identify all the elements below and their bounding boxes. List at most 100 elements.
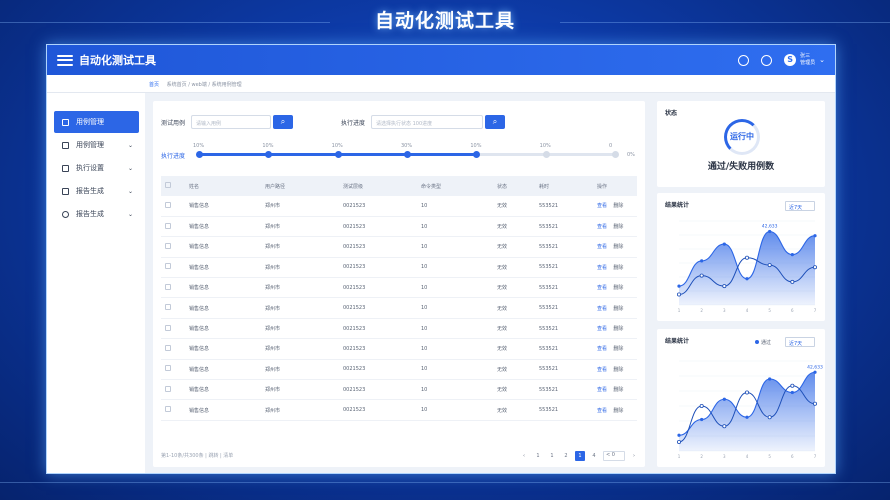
data-point	[745, 415, 749, 419]
table-row[interactable]: 销售信息 郑州市 0021523 10 无效 553521 查看 删除	[161, 339, 637, 360]
delete-link[interactable]: 删除	[613, 387, 623, 393]
goto-page-input[interactable]: < 0	[603, 451, 625, 461]
row-checkbox[interactable]	[165, 222, 171, 229]
view-link[interactable]: 查看	[597, 408, 607, 414]
table-row[interactable]: 销售信息 郑州市 0021523 10 无效 553521 查看 删除	[161, 278, 637, 298]
search-icon: ⌕	[492, 117, 498, 126]
sidebar-item-label: 用例管理	[76, 141, 104, 149]
table-cell: 553521	[539, 243, 559, 250]
table-row[interactable]: 销售信息 郑州市 0021523 10 无效 553521 查看 删除	[161, 257, 637, 278]
column-header: 用户路径	[265, 183, 286, 190]
table-cell: 郑州市	[265, 346, 281, 353]
search-button[interactable]: ⌕	[273, 115, 294, 129]
pagination: ‹ 1 1 2 1 4 < 0 ›	[519, 451, 639, 461]
view-link[interactable]: 查看	[597, 326, 607, 332]
breadcrumb: 首页 系统首页 / web端 / 系统用例管理	[47, 75, 835, 93]
delete-link[interactable]: 删除	[613, 265, 623, 271]
x-tick-label: 7	[814, 454, 817, 459]
table-row[interactable]: 销售信息 郑州市 0021523 10 无效 553521 查看 删除	[161, 359, 637, 380]
delete-link[interactable]: 删除	[613, 285, 623, 291]
progress-step-label: 10%	[539, 143, 551, 149]
table-row[interactable]: 销售信息 郑州市 0021523 10 无效 553521 查看 删除	[161, 298, 637, 319]
table-row[interactable]: 销售信息 郑州市 0021523 10 无效 553521 查看 删除	[161, 380, 637, 400]
delete-link[interactable]: 删除	[613, 244, 623, 250]
chevron-down-icon: ⌄	[127, 210, 133, 218]
table-cell: 10	[421, 366, 428, 373]
page-button[interactable]: 1	[533, 451, 543, 461]
chart-legend: 通过	[755, 339, 771, 346]
legend-dot	[755, 340, 759, 344]
row-checkbox[interactable]	[165, 385, 171, 392]
sidebar-item-execution-settings[interactable]: 执行设置 ⌄	[54, 157, 139, 179]
data-point	[768, 229, 772, 234]
view-link[interactable]: 查看	[597, 203, 607, 209]
sidebar-item-case-management[interactable]: 用例管理	[54, 111, 139, 133]
delete-link[interactable]: 删除	[613, 346, 623, 352]
table-cell: 10	[421, 407, 428, 414]
table-row[interactable]: 销售信息 郑州市 0021523 10 无效 553521 查看 删除	[161, 318, 637, 339]
range-select[interactable]: 近7天	[785, 201, 815, 211]
row-checkbox[interactable]	[165, 242, 171, 249]
page-button[interactable]: 1	[575, 451, 585, 461]
delete-link[interactable]: 删除	[613, 224, 623, 230]
range-select[interactable]: 近7天	[785, 337, 815, 347]
table-cell: 郑州市	[265, 264, 281, 271]
progress-search-input[interactable]: 请选择执行状态 100进度	[371, 115, 484, 129]
row-checkbox[interactable]	[165, 324, 171, 331]
row-checkbox[interactable]	[165, 304, 171, 311]
table-row[interactable]: 销售信息 郑州市 0021523 10 无效 553521 查看 删除	[161, 237, 637, 258]
table-cell: 郑州市	[265, 326, 281, 333]
row-checkbox[interactable]	[165, 365, 171, 372]
delete-link[interactable]: 删除	[613, 367, 623, 373]
delete-link[interactable]: 删除	[613, 306, 623, 312]
table-row[interactable]: 销售信息 郑州市 0021523 10 无效 553521 查看 删除	[161, 196, 637, 217]
sidebar-item-case-management-2[interactable]: 用例管理 ⌄	[54, 134, 139, 156]
view-link[interactable]: 查看	[597, 367, 607, 373]
data-point	[699, 273, 704, 278]
row-checkbox[interactable]	[165, 406, 171, 413]
view-link[interactable]: 查看	[597, 306, 607, 312]
view-link[interactable]: 查看	[597, 346, 607, 352]
message-icon[interactable]	[761, 54, 773, 66]
column-header: 命令类型	[421, 183, 442, 190]
series-area	[679, 231, 815, 305]
view-link[interactable]: 查看	[597, 285, 607, 291]
sidebar-item-report[interactable]: 报告生成 ⌄	[54, 180, 139, 202]
x-tick-label: 2	[700, 454, 703, 459]
prev-page-button[interactable]: ‹	[519, 451, 529, 461]
table-cell: 无效	[497, 326, 508, 333]
data-point	[677, 284, 681, 288]
table-cell: 0021523	[343, 386, 366, 393]
logo-icon	[57, 54, 73, 66]
view-link[interactable]: 查看	[597, 244, 607, 250]
data-point	[790, 279, 795, 284]
delete-link[interactable]: 删除	[613, 203, 623, 209]
view-link[interactable]: 查看	[597, 387, 607, 393]
page-button[interactable]: 1	[547, 451, 557, 461]
data-point	[677, 433, 681, 437]
sidebar-item-report-2[interactable]: 报告生成 ⌄	[54, 203, 139, 225]
table-cell: 553521	[539, 202, 559, 209]
delete-link[interactable]: 删除	[613, 326, 623, 332]
row-checkbox[interactable]	[165, 201, 171, 208]
breadcrumb-home[interactable]: 首页	[149, 82, 159, 88]
next-page-button[interactable]: ›	[629, 451, 639, 461]
page-button[interactable]: 4	[589, 451, 599, 461]
view-link[interactable]: 查看	[597, 265, 607, 271]
select-all-checkbox[interactable]	[165, 182, 171, 188]
column-header: 姓名	[189, 183, 200, 190]
page-button[interactable]: 2	[561, 451, 571, 461]
shield-icon[interactable]	[738, 54, 750, 66]
row-checkbox[interactable]	[165, 344, 171, 351]
search-button[interactable]: ⌕	[485, 115, 506, 129]
top-bar: 自动化测试工具 S 张三 管理员 ⌄	[47, 45, 835, 75]
table-row[interactable]: 销售信息 郑州市 0021523 10 无效 553521 查看 删除	[161, 216, 637, 237]
view-link[interactable]: 查看	[597, 224, 607, 230]
table-row[interactable]: 销售信息 郑州市 0021523 10 无效 553521 查看 删除	[161, 400, 637, 421]
x-tick-label: 4	[746, 308, 749, 313]
user-menu[interactable]: S 张三 管理员 ⌄	[784, 53, 825, 67]
row-checkbox[interactable]	[165, 263, 171, 270]
case-search-input[interactable]: 请输入用例	[191, 115, 272, 129]
row-checkbox[interactable]	[165, 283, 171, 290]
delete-link[interactable]: 删除	[613, 408, 623, 414]
